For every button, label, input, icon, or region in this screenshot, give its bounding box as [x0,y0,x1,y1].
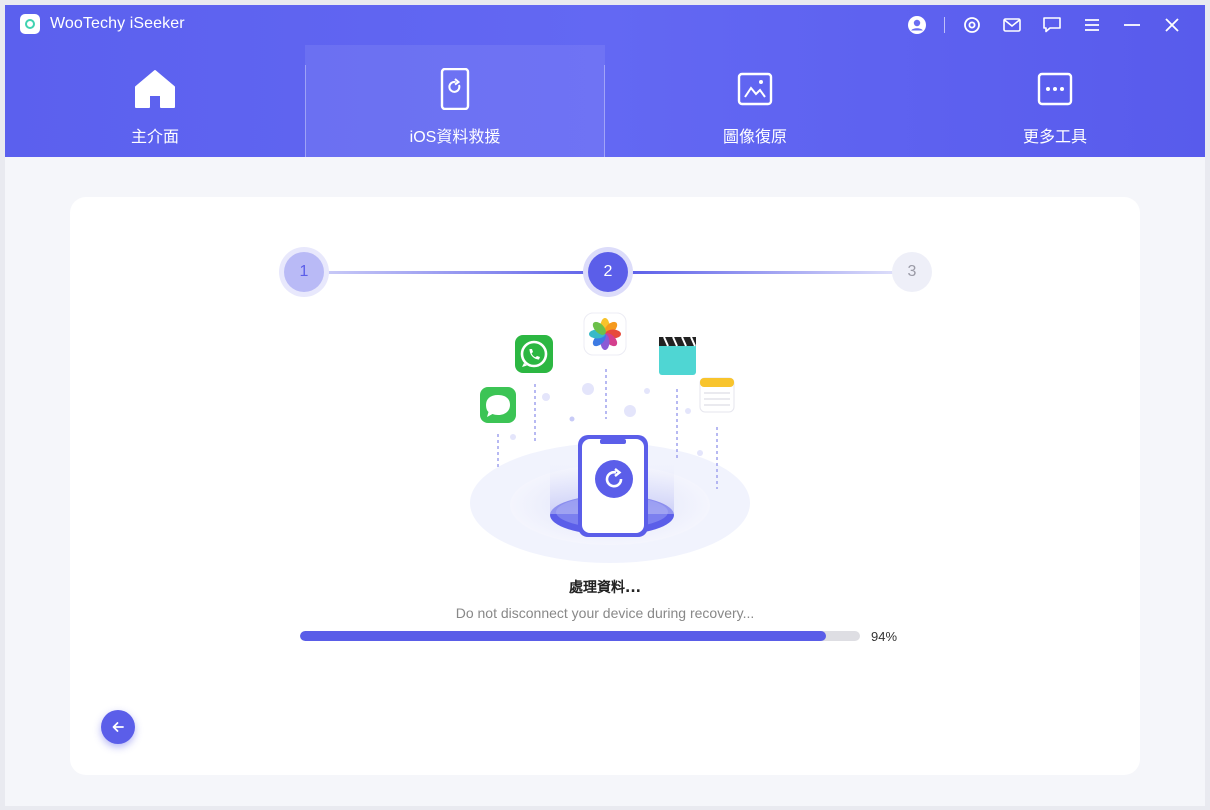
arrow-left-icon [112,722,124,732]
nav-item-home[interactable]: 主介面 [5,45,305,157]
nav-label-ios-recovery: iOS資料救援 [409,129,501,146]
nav-label-home: 主介面 [130,129,179,146]
step-1-number: 1 [299,263,309,280]
feedback-icon[interactable] [1039,13,1065,37]
minimize-icon[interactable] [1119,13,1145,37]
app-title: WooTechy iSeeker [50,15,185,32]
titlebar: WooTechy iSeeker [5,5,1205,45]
app-logo-icon [20,14,40,34]
main-card: 1 2 3 處理資料... Do not disconnect your dev… [70,197,1140,775]
nav-label-more-tools: 更多工具 [1022,129,1087,146]
progress-bar [300,631,860,641]
ios-recovery-icon [440,67,470,111]
nav-item-more-tools[interactable]: 更多工具 [905,45,1205,157]
main-nav: 主介面 iOS資料救援 圖像復原 更多工具 [5,45,1205,157]
home-icon [134,67,176,111]
recovery-illustration [470,312,750,563]
progress-percent: 94% [871,629,898,644]
step-line-completed [324,271,610,274]
progress-fill [300,631,827,641]
step-line-pending [628,271,914,274]
step-3: 3 [892,252,932,292]
mail-icon[interactable] [999,13,1025,37]
titlebar-divider [944,17,945,33]
step-3-number: 3 [907,263,917,280]
nav-item-ios-recovery[interactable]: iOS資料救援 [305,45,605,157]
status-subtitle: Do not disconnect your device during rec… [455,605,755,621]
step-1: 1 [284,252,324,292]
nav-item-image-repair[interactable]: 圖像復原 [605,45,905,157]
status-title: 處理資料... [569,580,641,596]
more-tools-icon [1037,67,1073,111]
settings-icon[interactable] [959,13,985,37]
nav-label-image-repair: 圖像復原 [722,129,787,146]
app-window: WooTechy iSeeker 主介面 iOS資料救援 圖像復原 更多工具 1… [5,5,1205,806]
step-2: 2 [588,252,628,292]
menu-icon[interactable] [1079,13,1105,37]
back-button[interactable] [101,710,135,744]
account-icon[interactable] [904,13,930,37]
header: WooTechy iSeeker 主介面 iOS資料救援 圖像復原 更多工具 [5,5,1205,157]
step-2-number: 2 [603,263,613,280]
close-icon[interactable] [1159,13,1185,37]
image-repair-icon [737,67,773,111]
